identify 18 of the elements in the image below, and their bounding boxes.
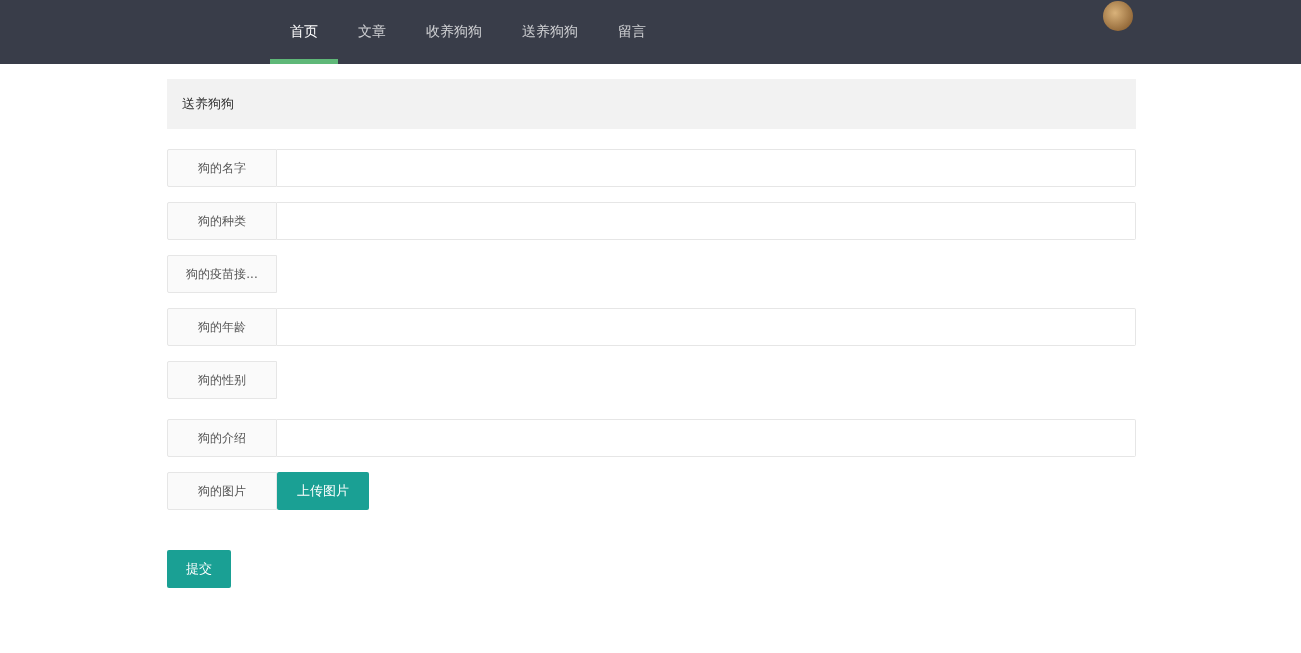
avatar-icon[interactable] — [1103, 1, 1133, 31]
input-field[interactable] — [277, 419, 1136, 457]
field-label: 狗的名字 — [167, 149, 277, 187]
nav-tab[interactable]: 首页 — [270, 0, 338, 64]
input-field[interactable] — [277, 149, 1136, 187]
input-field[interactable] — [277, 202, 1136, 240]
nav-tab[interactable]: 文章 — [338, 0, 406, 64]
field-label: 狗的种类 — [167, 202, 277, 240]
field-label: 狗的疫苗接... — [167, 255, 277, 293]
field-label: 狗的性别 — [167, 361, 277, 399]
field-label: 狗的图片 — [167, 472, 277, 510]
input-field[interactable] — [277, 308, 1136, 346]
field-label: 狗的年龄 — [167, 308, 277, 346]
nav-tab[interactable]: 送养狗狗 — [502, 0, 598, 64]
field-label: 狗的介绍 — [167, 419, 277, 457]
nav-tab[interactable]: 留言 — [598, 0, 666, 64]
form-title: 送养狗狗 — [167, 79, 1136, 129]
nav-tab[interactable]: 收养狗狗 — [406, 0, 502, 64]
